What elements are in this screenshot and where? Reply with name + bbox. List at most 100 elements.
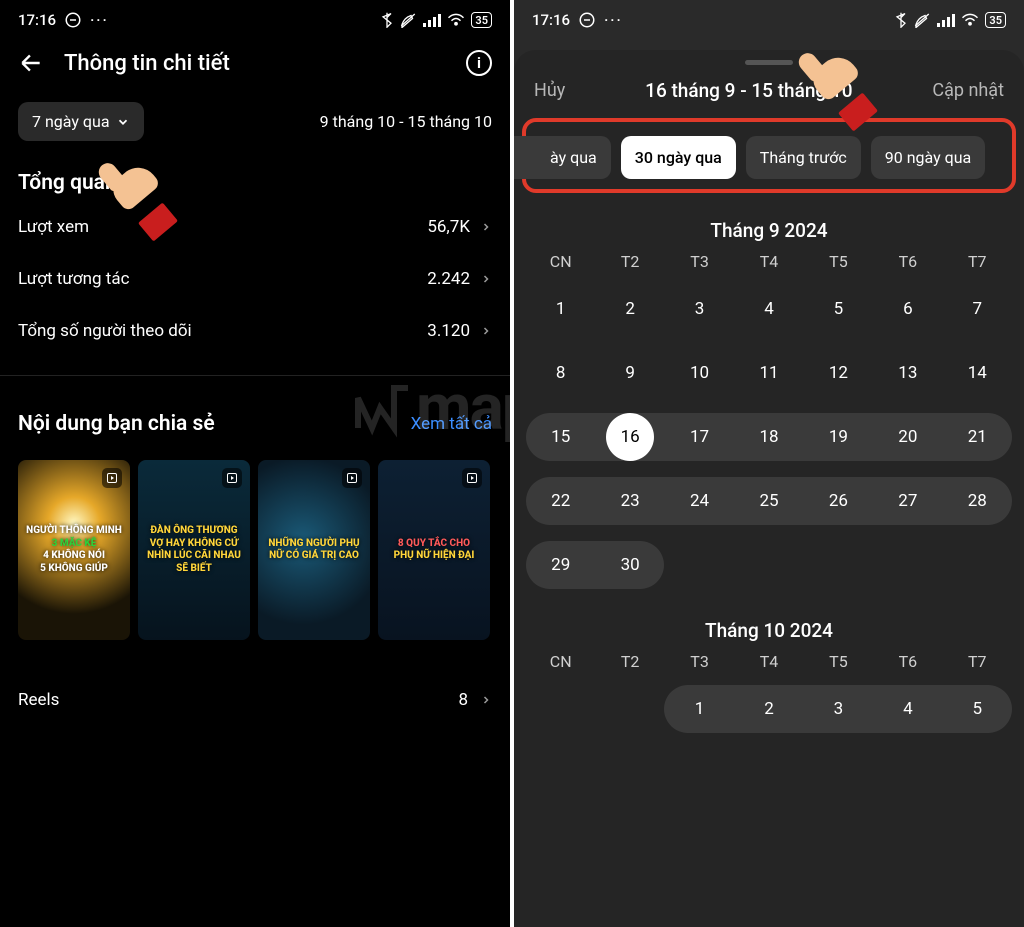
reels-label: Reels <box>18 690 59 710</box>
metric-followers[interactable]: Tổng số người theo dõi 3.120 <box>0 305 510 357</box>
calendar-day[interactable]: 12 <box>804 349 873 397</box>
calendar-day[interactable]: 29 <box>526 541 595 589</box>
calendar-day[interactable]: 2 <box>734 685 803 733</box>
calendar-day[interactable]: 5 <box>804 285 873 333</box>
battery-icon: 35 <box>471 12 492 28</box>
bluetooth-icon <box>895 12 907 28</box>
calendar-day[interactable]: 26 <box>804 477 873 525</box>
calendar-day[interactable]: 18 <box>734 413 803 461</box>
calendar-day[interactable]: 1 <box>526 285 595 333</box>
calendar-day[interactable]: 21 <box>943 413 1012 461</box>
message-icon <box>578 11 596 29</box>
calendar-day-selected[interactable]: 16 <box>595 413 664 461</box>
thumbnail-text: NGƯỜI THÔNG MINH 3 MẶC KỆ 4 KHÔNG NÓI 5 … <box>26 525 122 575</box>
status-time: 17:16 <box>18 11 56 29</box>
left-screen: 17:16 ··· 35 Thông tin chi tiết i 7 ngày… <box>0 0 510 927</box>
content-thumbnails: NGƯỜI THÔNG MINH 3 MẶC KỆ 4 KHÔNG NÓI 5 … <box>0 448 510 652</box>
calendar-day[interactable]: 14 <box>943 349 1012 397</box>
calendar-day[interactable]: 4 <box>734 285 803 333</box>
mute-icon <box>399 12 417 28</box>
header: Thông tin chi tiết i <box>0 36 510 86</box>
reel-thumbnail[interactable]: 8 QUY TẮC CHO PHỤ NỮ HIỆN ĐẠI <box>378 460 490 640</box>
reel-icon <box>222 468 242 488</box>
reels-row[interactable]: Reels 8 <box>0 652 510 720</box>
calendar-day[interactable]: 20 <box>873 413 942 461</box>
calendar-day[interactable]: 10 <box>665 349 734 397</box>
calendar-day[interactable]: 24 <box>665 477 734 525</box>
calendar-row: 8 9 10 11 12 13 14 <box>514 341 1024 405</box>
calendar-day[interactable]: 30 <box>595 541 664 589</box>
status-bar: 17:16 ··· 35 <box>0 0 510 36</box>
date-range-text: 9 tháng 10 - 15 tháng 10 <box>320 112 492 131</box>
battery-icon: 35 <box>985 12 1006 28</box>
calendar-day[interactable]: 23 <box>595 477 664 525</box>
thumbnail-text: NHỮNG NGƯỜI PHỤ NỮ CÓ GIÁ TRỊ CAO <box>264 538 364 563</box>
reel-thumbnail[interactable]: ĐÀN ÔNG THƯƠNG VỢ HAY KHÔNG CỨ NHÌN LÚC … <box>138 460 250 640</box>
calendar-day[interactable]: 8 <box>526 349 595 397</box>
calendar-day[interactable]: 28 <box>943 477 1012 525</box>
reel-icon <box>342 468 362 488</box>
selected-range-title: 16 tháng 9 - 15 tháng 10 <box>565 79 932 102</box>
metric-value: 56,7K <box>427 217 470 237</box>
calendar-day[interactable]: 25 <box>734 477 803 525</box>
mute-icon <box>913 12 931 28</box>
calendar-row: 22 23 24 25 26 27 28 <box>514 469 1024 533</box>
calendar-day[interactable]: 27 <box>873 477 942 525</box>
chevron-right-icon <box>480 692 492 708</box>
cancel-button[interactable]: Hủy <box>534 80 565 101</box>
metric-interactions[interactable]: Lượt tương tác 2.242 <box>0 253 510 305</box>
calendar-day[interactable]: 3 <box>804 685 873 733</box>
see-all-link[interactable]: Xem tất cả <box>411 414 492 434</box>
page-title: Thông tin chi tiết <box>64 51 466 76</box>
info-icon[interactable]: i <box>466 50 492 76</box>
calendar-day[interactable]: 17 <box>665 413 734 461</box>
calendar-day[interactable]: 5 <box>943 685 1012 733</box>
preset-7-days[interactable]: ày qua <box>514 136 611 179</box>
chevron-down-icon <box>116 115 130 129</box>
calendar-day[interactable]: 22 <box>526 477 595 525</box>
calendar-day[interactable]: 4 <box>873 685 942 733</box>
metric-value: 2.242 <box>427 269 470 289</box>
metric-views[interactable]: Lượt xem 56,7K <box>0 201 510 253</box>
preset-last-month[interactable]: Tháng trước <box>746 136 861 179</box>
back-icon[interactable] <box>18 50 44 76</box>
chevron-right-icon <box>480 271 492 287</box>
preset-30-days[interactable]: 30 ngày qua <box>621 136 736 179</box>
thumbnail-text: ĐÀN ÔNG THƯƠNG VỢ HAY KHÔNG CỨ NHÌN LÚC … <box>144 525 244 575</box>
thumbnail-text: 8 QUY TẮC CHO PHỤ NỮ HIỆN ĐẠI <box>394 538 475 563</box>
calendar-day[interactable]: 2 <box>595 285 664 333</box>
date-range-dropdown[interactable]: 7 ngày qua <box>18 102 144 141</box>
calendar-row: 1 2 3 4 5 <box>514 677 1024 741</box>
preset-90-days[interactable]: 90 ngày qua <box>871 136 986 179</box>
date-picker-sheet: Hủy 16 tháng 9 - 15 tháng 10 Cập nhật ày… <box>514 50 1024 927</box>
sheet-handle[interactable] <box>745 60 793 65</box>
calendar-day[interactable]: 6 <box>873 285 942 333</box>
bluetooth-icon <box>381 12 393 28</box>
status-time: 17:16 <box>532 11 570 29</box>
pointer-hand-icon <box>102 162 174 234</box>
more-icon: ··· <box>604 11 623 29</box>
signal-icon <box>937 13 955 27</box>
calendar-day[interactable]: 19 <box>804 413 873 461</box>
metric-value: 3.120 <box>427 321 470 341</box>
calendar-day[interactable]: 15 <box>526 413 595 461</box>
metric-label: Lượt tương tác <box>18 269 427 289</box>
preset-row: ày qua 30 ngày qua Tháng trước 90 ngày q… <box>522 118 1016 193</box>
calendar-day[interactable]: 13 <box>873 349 942 397</box>
reel-icon <box>102 468 122 488</box>
update-button[interactable]: Cập nhật <box>932 80 1004 101</box>
reel-icon <box>462 468 482 488</box>
reel-thumbnail[interactable]: NGƯỜI THÔNG MINH 3 MẶC KỆ 4 KHÔNG NÓI 5 … <box>18 460 130 640</box>
wifi-icon <box>447 13 465 27</box>
status-bar: 17:16 ··· 35 <box>514 0 1024 36</box>
content-section-title: Nội dung bạn chia sẻ <box>18 412 215 436</box>
calendar-day[interactable]: 3 <box>665 285 734 333</box>
calendar-day[interactable]: 7 <box>943 285 1012 333</box>
calendar-day[interactable]: 9 <box>595 349 664 397</box>
calendar-day[interactable]: 11 <box>734 349 803 397</box>
reel-thumbnail[interactable]: NHỮNG NGƯỜI PHỤ NỮ CÓ GIÁ TRỊ CAO <box>258 460 370 640</box>
calendar-row: 29 30 <box>514 533 1024 597</box>
day-of-week-row: CNT2T3T4T5T6T7 <box>514 252 1024 271</box>
metric-label: Tổng số người theo dõi <box>18 321 427 341</box>
calendar-day[interactable]: 1 <box>665 685 734 733</box>
